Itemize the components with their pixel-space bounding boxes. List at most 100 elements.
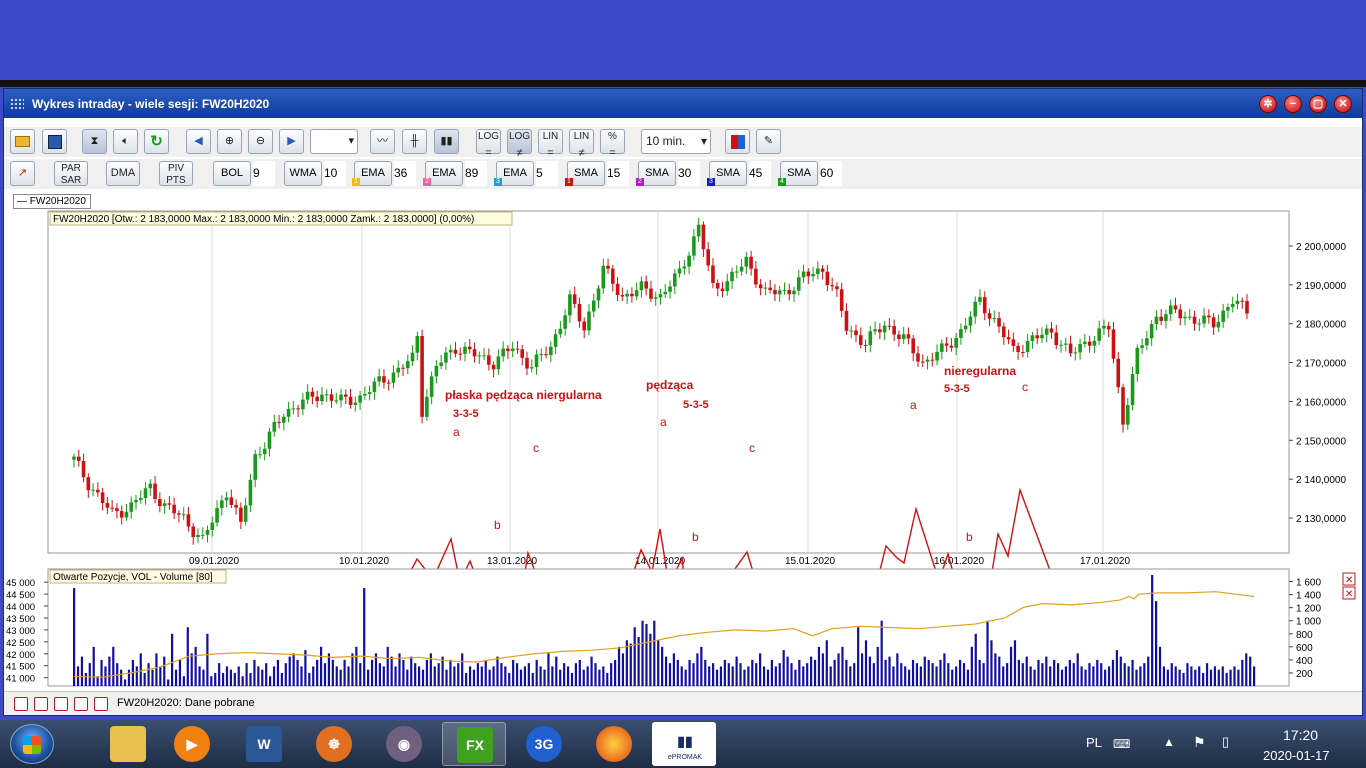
percent-scale-button[interactable]: % = [600, 129, 625, 159]
zoom-out-button[interactable]: ⊖ [248, 129, 273, 154]
indicator-value[interactable]: 60 [820, 161, 842, 186]
open-folder-button[interactable] [10, 129, 35, 154]
line-chart-button[interactable]: 〰 [370, 129, 395, 154]
volume-bar [1096, 659, 1099, 686]
candle-chart-button[interactable]: ▮▮ [434, 129, 459, 154]
status-upload-icon[interactable] [74, 697, 88, 711]
status-window-icon[interactable] [14, 697, 28, 711]
candle-body [744, 256, 749, 267]
colors-button[interactable] [725, 129, 750, 154]
candle-body [854, 330, 858, 336]
candle-body [491, 364, 496, 370]
zoom-in-button[interactable]: ⊕ [217, 129, 242, 154]
main-toolbar: ⧗ 🔈︎ ↻ ◀ ⊕ ⊖ ▶ ▾ 〰 ╫ ▮▮ LOG = LOG ≠ LIN = L… [4, 127, 1362, 159]
candle-body [911, 338, 916, 354]
chevron-down-icon: ▾ [700, 134, 707, 148]
volume-bar [1045, 656, 1048, 686]
indicator-value[interactable]: 10 [324, 161, 346, 186]
battery-icon[interactable]: ▯ [1222, 734, 1229, 750]
taskbar-fx[interactable]: FX [442, 722, 506, 766]
volume-bar [1205, 663, 1209, 686]
taskbar-media-player[interactable]: ▶ [160, 722, 224, 766]
tray-arrow-icon[interactable]: ▲ [1163, 735, 1175, 749]
sound-button[interactable]: 🔈︎ [113, 129, 138, 154]
indicator-value[interactable]: 5 [536, 161, 558, 186]
lin-scale-button[interactable]: LIN = [538, 129, 563, 159]
candle-body [76, 456, 81, 461]
maximize-button[interactable]: ▢ [1309, 95, 1327, 113]
volume-bar [508, 672, 511, 686]
scroll-left-button[interactable]: ◀ [186, 129, 211, 154]
par-sar-button[interactable]: PAR SAR [54, 161, 88, 186]
settings-gear-icon[interactable]: ✲ [1259, 95, 1277, 113]
volume-bar [923, 656, 926, 686]
candle-body [115, 508, 119, 512]
flag-icon[interactable]: ⚑ [1193, 734, 1206, 751]
drag-grip-icon[interactable] [10, 98, 24, 110]
log-scale-diff-button[interactable]: LOG ≠ [507, 129, 532, 159]
taskbar-3g[interactable]: 3G [512, 722, 576, 766]
volume-bar [1041, 663, 1044, 686]
indicator-value[interactable]: 30 [678, 161, 700, 186]
indicator-chart-button[interactable]: ↗ [10, 161, 35, 186]
volume-bar [872, 663, 875, 686]
indicator-value[interactable]: 45 [749, 161, 771, 186]
volume-bar [563, 663, 566, 686]
candle-body [405, 361, 410, 369]
candle-body [91, 489, 95, 491]
keyboard-icon[interactable]: ⌨ [1113, 737, 1130, 751]
taskbar-firefox[interactable] [582, 722, 646, 766]
status-download-icon[interactable] [54, 697, 68, 711]
indicator-marker: 3 [494, 178, 502, 186]
language-indicator[interactable]: PL [1086, 735, 1102, 750]
scroll-right-button[interactable]: ▶ [279, 129, 304, 154]
refresh-button[interactable]: ↻ [144, 129, 169, 154]
minimize-button[interactable]: − [1284, 95, 1302, 113]
volume-bar [621, 653, 625, 686]
period-select[interactable]: ▾ [310, 129, 358, 154]
candle-body [982, 297, 987, 314]
hourglass-button[interactable]: ⧗ [82, 129, 107, 154]
indicator-value[interactable]: 89 [465, 161, 487, 186]
taskbar-epromak[interactable]: ▮▮ ePROMAK [652, 722, 716, 766]
volume-bar [461, 653, 464, 686]
taskbar-explorer[interactable] [96, 722, 160, 766]
window-titlebar[interactable]: Wykres intraday - wiele sesji: FW20H2020… [4, 89, 1362, 118]
volume-bar [241, 676, 244, 686]
save-button[interactable] [42, 129, 67, 154]
status-tools-icon[interactable] [94, 697, 108, 711]
candle-body [172, 504, 176, 514]
taskbar-app-swirl[interactable]: ◉ [372, 722, 436, 766]
close-button[interactable]: ✕ [1334, 95, 1352, 113]
chart-area[interactable]: 2 200,0000 2 190,0000 2 180,0000 2 170,0000… [4, 207, 1362, 693]
dma-button[interactable]: DMA [106, 161, 140, 186]
candle-body [348, 396, 353, 405]
volume-left-tick-label: 44 000 [6, 602, 35, 613]
volume-bar [190, 653, 193, 686]
taskbar-word[interactable]: W [232, 722, 296, 766]
edit-button[interactable]: ✎ [756, 129, 781, 154]
candle-body [796, 277, 801, 291]
lin-scale-diff-button[interactable]: LIN ≠ [569, 129, 594, 159]
candle-body [401, 367, 405, 369]
indicator-value[interactable]: 15 [607, 161, 629, 186]
candle-body [434, 365, 439, 377]
candle-body [515, 348, 520, 350]
interval-select[interactable]: 10 min. ▾ [641, 129, 711, 154]
clock-date[interactable]: 2020-01-17 [1263, 748, 1330, 763]
candle-body [1049, 328, 1054, 333]
start-button[interactable] [10, 724, 54, 764]
clock-time[interactable]: 17:20 [1283, 727, 1318, 743]
log-scale-button[interactable]: LOG = [476, 129, 501, 159]
taskbar-helm-app[interactable]: ☸ [302, 722, 366, 766]
volume-bar [484, 659, 487, 686]
ohlc-chart-button[interactable]: ╫ [402, 129, 427, 154]
volume-bar [1080, 666, 1083, 686]
indicator-value[interactable]: 36 [394, 161, 416, 186]
volume-left-tick-label: 42 000 [6, 650, 35, 661]
indicator-value[interactable]: 9 [253, 161, 275, 186]
candle-body [324, 394, 329, 396]
volume-bar [778, 663, 781, 686]
piv-pts-button[interactable]: PIV PTS [159, 161, 193, 186]
status-keyboard-icon[interactable] [34, 697, 48, 711]
